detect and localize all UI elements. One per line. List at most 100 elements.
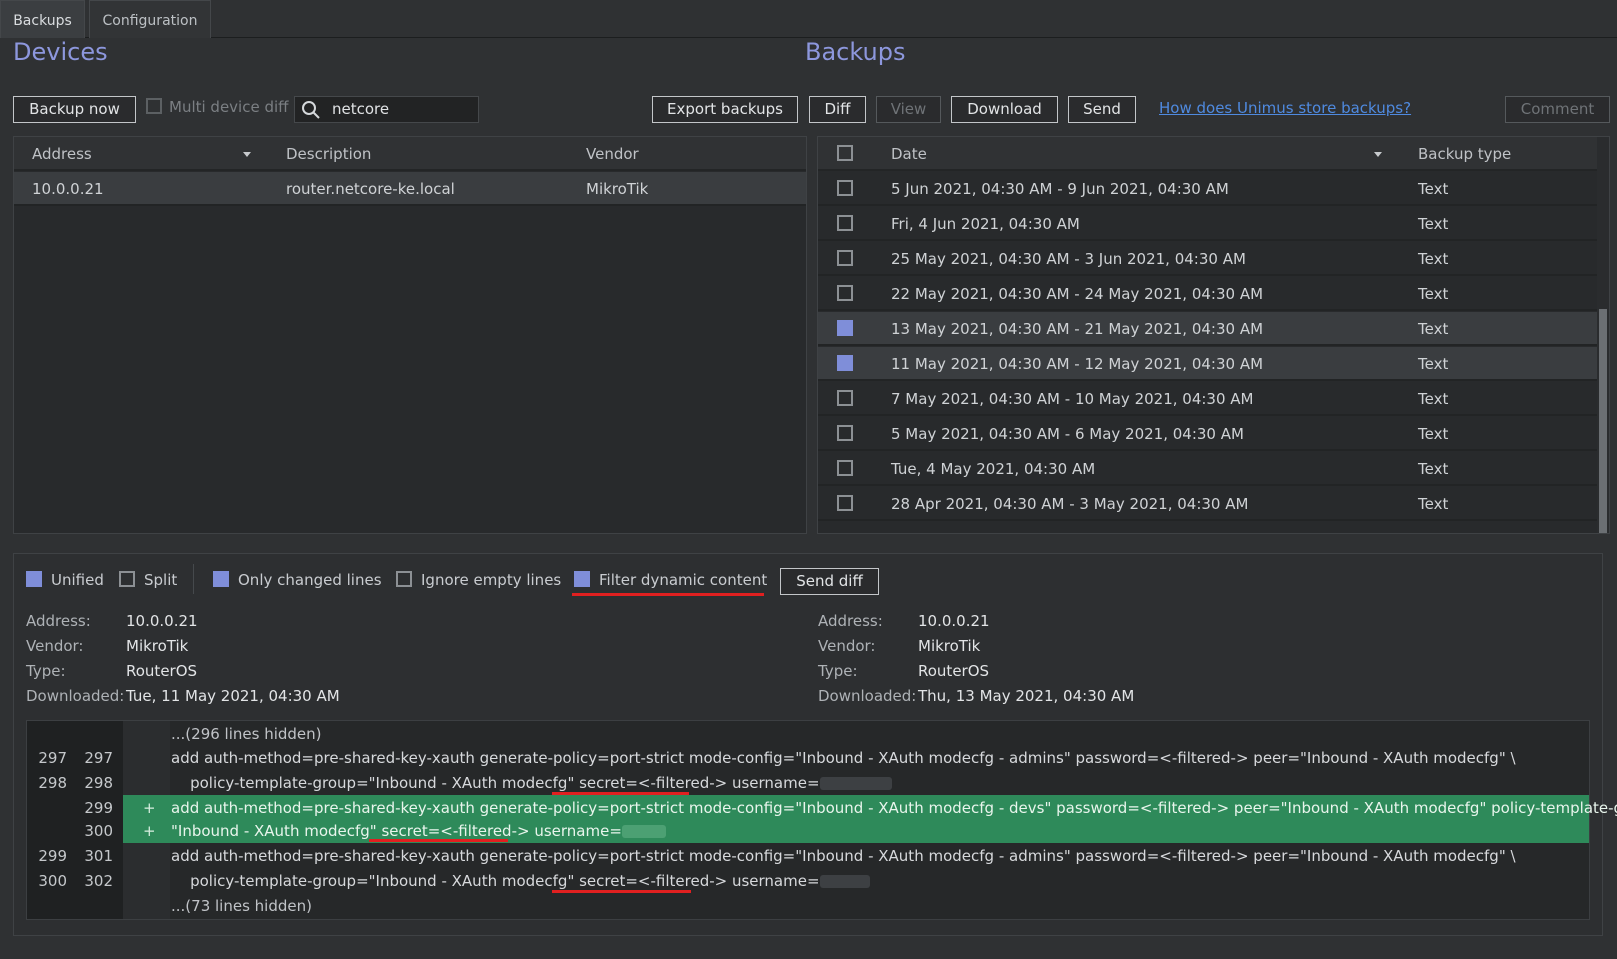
- backup-date: 22 May 2021, 04:30 AM - 24 May 2021, 04:…: [891, 285, 1264, 303]
- meta-value: RouterOS: [918, 662, 990, 680]
- sort-desc-icon[interactable]: [1374, 152, 1382, 157]
- scroll-thumb[interactable]: [1599, 309, 1607, 533]
- tab-backups[interactable]: Backups: [0, 0, 85, 38]
- only-changed-lines-label: Only changed lines: [238, 571, 382, 589]
- column-vendor[interactable]: Vendor: [586, 145, 639, 163]
- comment-button[interactable]: Comment: [1505, 96, 1610, 123]
- ignore-empty-lines-label: Ignore empty lines: [421, 571, 562, 589]
- sort-desc-icon[interactable]: [243, 152, 251, 157]
- hidden-lines-marker[interactable]: ...(296 lines hidden): [27, 722, 1589, 746]
- added-marker: +: [143, 799, 156, 817]
- backup-type: Text: [1418, 215, 1449, 233]
- devices-table-header: Address Description Vendor: [14, 137, 806, 171]
- divider: [193, 564, 194, 594]
- send-button[interactable]: Send: [1068, 96, 1136, 123]
- backup-row-checkbox[interactable]: [837, 320, 853, 336]
- backup-row[interactable]: 7 May 2021, 04:30 AM - 10 May 2021, 04:3…: [818, 382, 1609, 416]
- new-line-number: 299: [84, 799, 113, 817]
- send-diff-button[interactable]: Send diff: [780, 568, 879, 595]
- hidden-lines-marker[interactable]: ...(73 lines hidden): [27, 894, 1589, 918]
- backup-row[interactable]: 13 May 2021, 04:30 AM - 21 May 2021, 04:…: [818, 312, 1609, 346]
- secret-underline: [369, 839, 508, 842]
- backup-row[interactable]: 11 May 2021, 04:30 AM - 12 May 2021, 04:…: [818, 347, 1609, 381]
- unified-option[interactable]: Unified: [26, 571, 104, 589]
- backup-date: 5 May 2021, 04:30 AM - 6 May 2021, 04:30…: [891, 425, 1244, 443]
- backups-scrollbar[interactable]: [1597, 137, 1609, 533]
- column-address[interactable]: Address: [32, 145, 92, 163]
- backup-type: Text: [1418, 425, 1449, 443]
- backup-row-checkbox[interactable]: [837, 425, 853, 441]
- new-line-number: 300: [84, 822, 113, 840]
- download-button[interactable]: Download: [951, 96, 1058, 123]
- backup-type: Text: [1418, 495, 1449, 513]
- backup-row[interactable]: 25 May 2021, 04:30 AM - 3 Jun 2021, 04:3…: [818, 242, 1609, 276]
- column-backup-type[interactable]: Backup type: [1418, 145, 1511, 163]
- secret-underline: [552, 792, 689, 795]
- unified-checkbox[interactable]: [26, 571, 42, 587]
- meta-label: Address:: [26, 612, 91, 630]
- backup-date: 7 May 2021, 04:30 AM - 10 May 2021, 04:3…: [891, 390, 1254, 408]
- backup-row-checkbox[interactable]: [837, 355, 853, 371]
- view-button[interactable]: View: [876, 96, 941, 123]
- split-checkbox[interactable]: [119, 571, 135, 587]
- multi-device-diff-box[interactable]: [146, 98, 162, 114]
- backup-row-checkbox[interactable]: [837, 285, 853, 301]
- backup-row[interactable]: 5 May 2021, 04:30 AM - 6 May 2021, 04:30…: [818, 417, 1609, 451]
- old-line-number: 300: [38, 872, 67, 890]
- only-changed-lines-option[interactable]: Only changed lines: [213, 571, 382, 589]
- backup-row[interactable]: 5 Jun 2021, 04:30 AM - 9 Jun 2021, 04:30…: [818, 172, 1609, 206]
- backup-type: Text: [1418, 250, 1449, 268]
- unified-label: Unified: [51, 571, 104, 589]
- hidden-lines-text: ...(73 lines hidden): [171, 897, 312, 915]
- tab-configuration[interactable]: Configuration: [89, 0, 211, 38]
- meta-value: RouterOS: [126, 662, 198, 680]
- filter-dynamic-content-option[interactable]: Filter dynamic content: [574, 571, 767, 589]
- meta-label: Downloaded:: [26, 687, 125, 705]
- split-option[interactable]: Split: [119, 571, 177, 589]
- backup-type: Text: [1418, 460, 1449, 478]
- export-backups-button[interactable]: Export backups: [652, 96, 798, 123]
- column-date[interactable]: Date: [891, 145, 927, 163]
- multi-device-diff-checkbox[interactable]: Multi device diff: [146, 98, 289, 116]
- backup-row-checkbox[interactable]: [837, 495, 853, 511]
- meta-value: 10.0.0.21: [918, 612, 990, 630]
- redacted-username: [819, 777, 892, 790]
- backup-row-checkbox[interactable]: [837, 215, 853, 231]
- old-line-number: 298: [38, 774, 67, 792]
- devices-title: Devices: [13, 38, 108, 66]
- new-line-number: 297: [84, 749, 113, 767]
- only-changed-lines-checkbox[interactable]: [213, 571, 229, 587]
- diff-code-view: ...(296 lines hidden) 297 297 add auth-m…: [26, 720, 1617, 920]
- backup-storage-help-link[interactable]: How does Unimus store backups?: [1159, 99, 1411, 117]
- hidden-lines-text: ...(296 lines hidden): [171, 725, 322, 743]
- filter-dynamic-content-checkbox[interactable]: [574, 571, 590, 587]
- meta-label: Address:: [818, 612, 883, 630]
- diff-button[interactable]: Diff: [809, 96, 866, 123]
- line-text: add auth-method=pre-shared-key-xauth gen…: [171, 847, 1516, 865]
- line-text-part: "Inbound - XAuth modecfg": [171, 822, 382, 840]
- backup-now-button[interactable]: Backup now: [13, 96, 136, 123]
- line-text-part: policy-template-group="Inbound - XAuth m…: [171, 774, 580, 792]
- diff-line: 299 301 add auth-method=pre-shared-key-x…: [27, 844, 1589, 868]
- meta-label: Vendor:: [818, 637, 876, 655]
- ignore-empty-lines-option[interactable]: Ignore empty lines: [396, 571, 561, 589]
- device-search-input[interactable]: netcore: [294, 96, 479, 123]
- backup-row-checkbox[interactable]: [837, 460, 853, 476]
- backup-row[interactable]: 28 Apr 2021, 04:30 AM - 3 May 2021, 04:3…: [818, 487, 1609, 521]
- backup-row[interactable]: Tue, 4 May 2021, 04:30 AM Text: [818, 452, 1609, 486]
- column-description[interactable]: Description: [286, 145, 371, 163]
- ignore-empty-lines-checkbox[interactable]: [396, 571, 412, 587]
- old-line-number: 299: [38, 847, 67, 865]
- backup-type: Text: [1418, 180, 1449, 198]
- backup-row[interactable]: 22 May 2021, 04:30 AM - 24 May 2021, 04:…: [818, 277, 1609, 311]
- device-row[interactable]: 10.0.0.21 router.netcore-ke.local MikroT…: [14, 172, 806, 206]
- diff-line: 300 302 policy-template-group="Inbound -…: [27, 869, 1589, 893]
- backup-row-checkbox[interactable]: [837, 390, 853, 406]
- device-address: 10.0.0.21: [32, 180, 104, 198]
- backup-row-checkbox[interactable]: [837, 180, 853, 196]
- line-text-part: username=: [727, 872, 820, 890]
- backup-date: 28 Apr 2021, 04:30 AM - 3 May 2021, 04:3…: [891, 495, 1249, 513]
- select-all-checkbox[interactable]: [837, 145, 853, 161]
- backup-row[interactable]: Fri, 4 Jun 2021, 04:30 AM Text: [818, 207, 1609, 241]
- backup-row-checkbox[interactable]: [837, 250, 853, 266]
